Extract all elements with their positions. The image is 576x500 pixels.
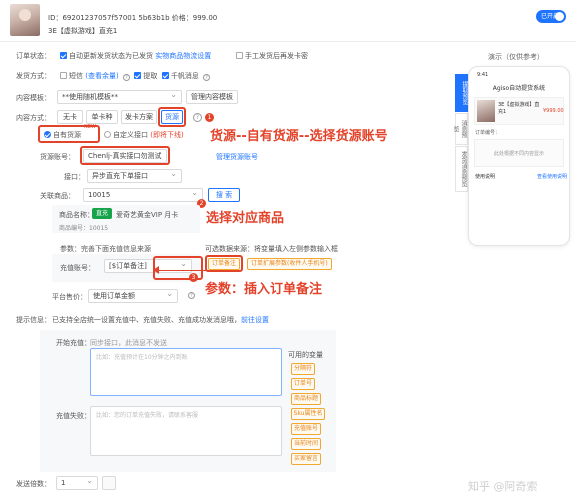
sms-checkbox-icon[interactable] xyxy=(60,72,67,79)
annotation-1: 货源--自有货源--选择货源账号 xyxy=(210,129,388,144)
ship-count-label: 发送倍数： xyxy=(16,480,51,488)
product-id-price: ID：69201237057f57001 5b63b1b 价格：999.00 xyxy=(48,14,218,22)
params-source-hint: 可选数据来源：将变量填入左侧参数输入框 xyxy=(205,245,338,253)
goods-card: 商品名称： 直充 爱奇艺黄金VIP 月卡 商品编号：10015 xyxy=(52,205,200,233)
order-status-opt2[interactable]: 手工发货后再发卡密 xyxy=(236,51,308,61)
app-msg-checkbox-icon[interactable] xyxy=(161,72,169,79)
goods-name: 爱奇艺黄金VIP 月卡 xyxy=(116,211,179,219)
arrow-line xyxy=(158,270,208,271)
phone-preview: 9:41 Agiso自动提货系统 3E【虚拟游戏】直充1 ¥999.00 订单编… xyxy=(468,66,570,246)
ship-count-input[interactable]: 1 xyxy=(56,476,98,490)
direct-charge-badge: 直充 xyxy=(92,208,113,219)
goods-code: 商品编号：10015 xyxy=(59,225,109,232)
help-icon: ? xyxy=(122,74,130,81)
radio-custom-api[interactable]: 自定义接口 (即将下线) xyxy=(104,130,184,140)
ship-method-options[interactable]: 短信 (查看余量) ? 提取 千帆消息 ? xyxy=(60,71,211,81)
pickup-checkbox-icon[interactable] xyxy=(134,72,142,79)
recharge-account-label: 充值账号： xyxy=(60,264,95,272)
order-ext-param-button[interactable]: 订单扩展参数(收件人手机号) xyxy=(247,258,332,270)
var-product-title[interactable]: 商品标题 xyxy=(291,393,321,405)
annotation-2: 选择对应商品 xyxy=(206,211,285,226)
failed-label: 充值失败： xyxy=(56,412,91,420)
var-buyer-message[interactable]: 买家留言 xyxy=(291,453,321,465)
order-status-label: 订单状态： xyxy=(16,52,51,60)
tab-source[interactable]: 货源 xyxy=(161,110,183,124)
order-note-button[interactable]: 订单备注 xyxy=(208,258,241,270)
tab-single-card[interactable]: 单卡种 xyxy=(86,110,118,124)
charging-label: 开始充值： xyxy=(56,339,91,347)
order-status-opt1[interactable]: 自动更新发货状态为已发货 实物商品物流设置 xyxy=(60,51,211,61)
preview-title: 演示（仅供参考） xyxy=(488,53,544,61)
manage-template-button[interactable]: 管理内容模板 xyxy=(186,90,238,104)
phone-product-thumb xyxy=(477,100,495,122)
var-order-no[interactable]: 订单号 xyxy=(291,378,315,390)
phone-product-price: ¥999.00 xyxy=(543,108,564,114)
phone-order-no: 订单编号： xyxy=(475,130,501,136)
step-3-dot: 3 xyxy=(189,273,198,282)
platform-price-select[interactable]: 使用订单金额 xyxy=(88,289,178,303)
side-tab-msg-preview[interactable]: 消息预览 xyxy=(452,113,468,145)
manage-account-link[interactable]: 管理货源账号 xyxy=(216,152,258,162)
var-separator[interactable]: 分隔符 xyxy=(291,363,315,375)
platform-price-label: 平台售价： xyxy=(52,293,87,301)
search-button[interactable]: 搜 索 xyxy=(208,188,240,202)
watermark: 知乎 @阿奇索 xyxy=(468,480,538,493)
tab-no-card[interactable]: 无卡 xyxy=(57,110,83,124)
goods-account-label: 货源账号： xyxy=(40,153,75,161)
tips-text: 已支持全店统一设置充值中、充值失败、充值成功发消息哦，前往设置 xyxy=(52,316,269,324)
variables-title: 可用的变量 xyxy=(288,351,323,359)
failed-message-input[interactable]: 比如：您的订单充值失败，请联系客服 xyxy=(90,406,282,456)
goods-name-label: 商品名称： xyxy=(59,211,94,219)
phone-product-name: 3E【虚拟游戏】直充1 xyxy=(498,102,540,115)
product-name: 3E【虚拟游戏】直充1 xyxy=(48,27,118,35)
new-badge: NEW xyxy=(84,124,96,130)
logistics-settings-link[interactable]: 实物商品物流设置 xyxy=(155,52,211,60)
var-sku-name[interactable]: Sku属性名 xyxy=(291,408,325,420)
product-thumbnail xyxy=(10,4,40,36)
radio-icon[interactable] xyxy=(104,131,111,138)
api-label: 接口： xyxy=(64,173,85,181)
step-1-dot: 1 xyxy=(205,113,214,122)
related-goods-label: 关联商品： xyxy=(40,192,75,200)
help-icon: ? xyxy=(203,74,211,81)
phone-usage-link[interactable]: 查看使用说明 xyxy=(537,173,567,180)
stepper-icon[interactable] xyxy=(102,476,116,490)
phone-product-card: 3E【虚拟游戏】直充1 ¥999.00 xyxy=(474,97,564,125)
charging-message-input[interactable]: 比如：充值预计在10分钟之内到账 xyxy=(90,348,282,396)
content-template-label: 内容模板： xyxy=(16,94,51,102)
enable-toggle[interactable]: 已开启 xyxy=(536,10,566,23)
arrow-head-icon xyxy=(153,266,159,274)
content-method-label: 内容方式： xyxy=(16,114,51,122)
radio-own-source[interactable]: 自有货源 xyxy=(44,130,81,140)
tab-card-plan[interactable]: 发卡方案 xyxy=(121,110,157,124)
content-template-select[interactable]: **使用随机模板** xyxy=(57,90,182,104)
phone-app-title: Agiso自动提货系统 xyxy=(492,85,546,92)
api-select[interactable]: 异步直充下单接口 xyxy=(87,169,182,183)
go-settings-link[interactable]: 前往设置 xyxy=(241,316,269,324)
side-tab-pickup-preview[interactable]: 提取预览 xyxy=(455,74,468,112)
annotation-3: 参数：插入订单备注 xyxy=(205,282,323,297)
var-current-time[interactable]: 当前时间 xyxy=(291,438,321,450)
help-icon: ? xyxy=(193,113,202,122)
tips-label: 提示信息： xyxy=(16,316,51,324)
checkbox-icon[interactable] xyxy=(60,52,67,59)
goods-account-select[interactable]: Chenlj-真实接口勿测试 xyxy=(83,149,167,163)
side-tab-ship-msg-preview[interactable]: 发货消息预览 xyxy=(455,146,468,192)
phone-time: 9:41 xyxy=(477,72,489,78)
ship-method-label: 发货方式： xyxy=(16,72,51,80)
sms-balance-link[interactable]: (查看余量) xyxy=(85,72,118,80)
related-goods-input[interactable]: 10015 xyxy=(83,188,203,202)
sync-note: 同步接口，此消息不发送 xyxy=(90,339,167,347)
help-icon: ? xyxy=(188,292,195,299)
phone-usage-label: 使用说明 xyxy=(475,174,496,180)
checkbox-icon[interactable] xyxy=(236,52,243,59)
radio-icon[interactable] xyxy=(44,131,51,138)
product-header: ID：69201237057f57001 5b63b1b 价格：999.00 3… xyxy=(0,0,576,42)
var-recharge-account[interactable]: 充值账号 xyxy=(291,423,321,435)
params-title: 参数：完善下面充值信息来源 xyxy=(60,245,151,253)
phone-content-placeholder: 此处根据不同内容显示 xyxy=(474,139,564,167)
